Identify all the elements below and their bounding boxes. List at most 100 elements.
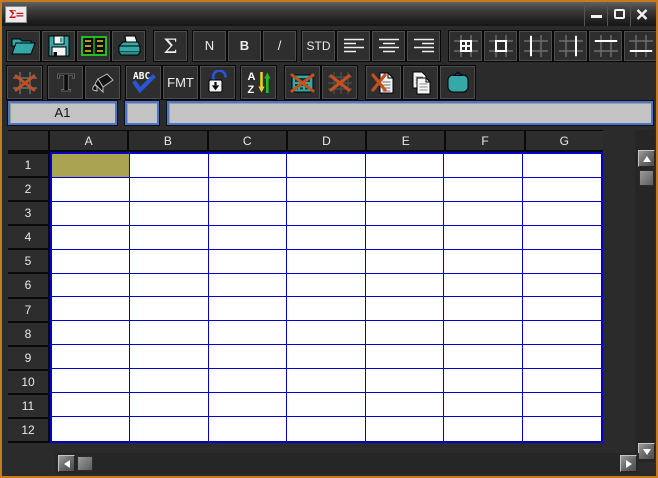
title-bar[interactable]: Σ= xyxy=(2,2,656,26)
cell-E1[interactable] xyxy=(365,154,445,178)
border-all-button[interactable] xyxy=(449,30,482,61)
horizontal-scroll-thumb[interactable] xyxy=(77,456,93,471)
cell-C8[interactable] xyxy=(208,321,288,346)
cell-E3[interactable] xyxy=(365,201,445,226)
selection-indicator-box[interactable] xyxy=(125,101,159,125)
border-left-button[interactable] xyxy=(519,30,552,61)
cell-D10[interactable] xyxy=(287,369,366,394)
italic-button[interactable]: / xyxy=(263,30,296,61)
cell-D7[interactable] xyxy=(287,297,366,322)
border-bottom-button[interactable] xyxy=(624,30,656,61)
row-header-6[interactable]: 6 xyxy=(8,274,48,297)
format-button[interactable]: FMT xyxy=(163,66,198,99)
horizontal-scrollbar[interactable] xyxy=(55,453,639,474)
cell-F7[interactable] xyxy=(444,297,523,322)
cell-A4[interactable] xyxy=(52,225,131,250)
cell-C1[interactable] xyxy=(208,154,288,178)
cell-reference-box[interactable]: A1 xyxy=(8,101,117,125)
cell-B2[interactable] xyxy=(130,177,209,202)
cell-A5[interactable] xyxy=(52,249,131,274)
cell-G8[interactable] xyxy=(522,321,601,346)
cell-A6[interactable] xyxy=(52,273,131,298)
column-header-B[interactable]: B xyxy=(129,131,207,150)
cell-D4[interactable] xyxy=(287,225,366,250)
cell-B5[interactable] xyxy=(130,249,209,274)
cell-C9[interactable] xyxy=(208,345,288,370)
cell-G4[interactable] xyxy=(522,225,601,250)
column-header-A[interactable]: A xyxy=(50,131,128,150)
cell-B4[interactable] xyxy=(130,225,209,250)
cell-F9[interactable] xyxy=(444,345,523,370)
app-icon[interactable]: Σ= xyxy=(5,5,27,23)
cell-G6[interactable] xyxy=(522,273,601,298)
sum-button[interactable]: Σ xyxy=(154,30,187,61)
row-header-8[interactable]: 8 xyxy=(8,322,48,345)
border-outline-button[interactable] xyxy=(484,30,517,61)
copy-button[interactable] xyxy=(403,66,438,99)
vertical-scroll-thumb[interactable] xyxy=(639,170,654,186)
cell-B7[interactable] xyxy=(130,297,209,322)
cell-A10[interactable] xyxy=(52,369,131,394)
clear-grid-button[interactable] xyxy=(322,66,357,99)
cell-G3[interactable] xyxy=(522,201,601,226)
clear-borders-button[interactable] xyxy=(7,66,42,99)
select-all-corner[interactable] xyxy=(8,131,48,150)
row-header-5[interactable]: 5 xyxy=(8,250,48,273)
cell-F10[interactable] xyxy=(444,369,523,394)
cell-F8[interactable] xyxy=(444,321,523,346)
cell-B12[interactable] xyxy=(130,417,209,441)
cell-F6[interactable] xyxy=(444,273,523,298)
row-header-4[interactable]: 4 xyxy=(8,226,48,249)
cell-E10[interactable] xyxy=(365,369,445,394)
cell-D1[interactable] xyxy=(287,154,366,178)
cell-B10[interactable] xyxy=(130,369,209,394)
lock-button[interactable] xyxy=(200,66,235,99)
cell-C5[interactable] xyxy=(208,249,288,274)
cell-D11[interactable] xyxy=(287,393,366,418)
cell-G10[interactable] xyxy=(522,369,601,394)
cell-D3[interactable] xyxy=(287,201,366,226)
cell-D12[interactable] xyxy=(287,417,366,441)
row-header-3[interactable]: 3 xyxy=(8,202,48,225)
sheet-button[interactable] xyxy=(77,30,110,61)
bold-button[interactable]: B xyxy=(228,30,261,61)
cell-A2[interactable] xyxy=(52,177,131,202)
cell-E7[interactable] xyxy=(365,297,445,322)
cell-B9[interactable] xyxy=(130,345,209,370)
cell-B1[interactable] xyxy=(130,154,209,178)
column-header-C[interactable]: C xyxy=(208,131,286,150)
maximize-button[interactable] xyxy=(607,2,630,26)
cell-D9[interactable] xyxy=(287,345,366,370)
cell-G1[interactable] xyxy=(522,154,601,178)
cell-E12[interactable] xyxy=(365,417,445,441)
delete-table-button[interactable] xyxy=(285,66,320,99)
cell-C3[interactable] xyxy=(208,201,288,226)
cell-C10[interactable] xyxy=(208,369,288,394)
cell-B6[interactable] xyxy=(130,273,209,298)
sort-button[interactable]: A Z xyxy=(241,66,276,99)
cell-E8[interactable] xyxy=(365,321,445,346)
cell-A3[interactable] xyxy=(52,201,131,226)
cell-A12[interactable] xyxy=(52,417,131,441)
cell-F2[interactable] xyxy=(444,177,523,202)
fill-color-button[interactable] xyxy=(85,66,120,99)
save-button[interactable] xyxy=(42,30,75,61)
cell-G5[interactable] xyxy=(522,249,601,274)
border-top-button[interactable] xyxy=(589,30,622,61)
row-header-1[interactable]: 1 xyxy=(8,154,48,177)
close-button[interactable] xyxy=(630,2,653,26)
scroll-down-button[interactable] xyxy=(638,443,655,460)
print-button[interactable] xyxy=(112,30,145,61)
cell-G7[interactable] xyxy=(522,297,601,322)
standard-format-button[interactable]: STD xyxy=(302,30,335,61)
cell-C2[interactable] xyxy=(208,177,288,202)
cell-A9[interactable] xyxy=(52,345,131,370)
align-right-button[interactable] xyxy=(407,30,440,61)
formula-input[interactable] xyxy=(167,101,653,125)
cell-G9[interactable] xyxy=(522,345,601,370)
cell-D5[interactable] xyxy=(287,249,366,274)
column-header-F[interactable]: F xyxy=(446,131,524,150)
cell-C4[interactable] xyxy=(208,225,288,250)
cell-E4[interactable] xyxy=(365,225,445,250)
cell-E11[interactable] xyxy=(365,393,445,418)
